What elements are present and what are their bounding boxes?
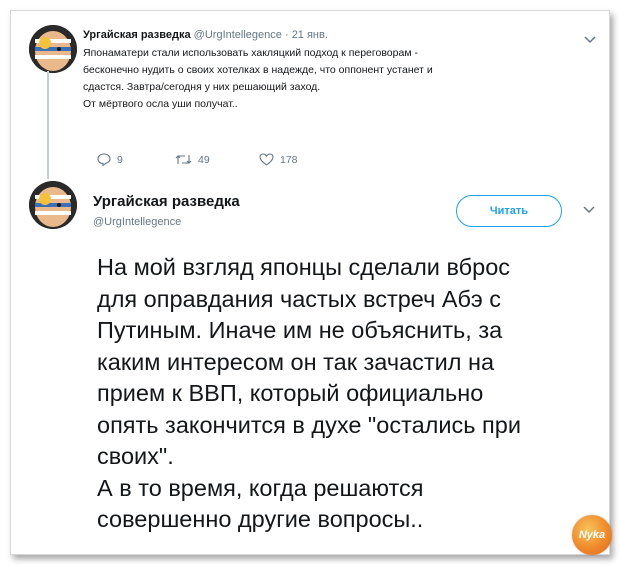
tweet-text-line: На мой взгляд японцы сделали вброс	[97, 254, 511, 280]
chevron-down-icon[interactable]	[583, 35, 597, 45]
author-avatar[interactable]	[29, 181, 77, 229]
tweet-text-line: для оправдания частых встреч Абэ с	[97, 285, 501, 312]
thread-connector-line	[47, 71, 49, 179]
tweet-date[interactable]: 21 янв.	[292, 29, 328, 41]
tweet-text-line: опять закончится в духе "остались при	[97, 411, 521, 438]
tweet-text-line: прием к ВВП, который официально	[97, 380, 484, 406]
author-name[interactable]: Ургайская разведка	[83, 29, 191, 41]
tweet-text: На мой взгляд японцы сделали вброс для о…	[97, 252, 597, 536]
author-handle[interactable]: @UrgIntellegence	[93, 216, 181, 228]
chevron-down-icon[interactable]	[582, 205, 596, 215]
tweet-text-line: совершенно другие вопросы..	[97, 506, 424, 532]
author-avatar[interactable]	[29, 25, 77, 73]
reply-icon	[97, 153, 111, 166]
tweet-text-line: А в то время, когда решаются	[97, 474, 424, 501]
heart-icon	[259, 153, 274, 166]
tweet-text-line: каким интересом он так зачастил на	[97, 348, 495, 375]
follow-button[interactable]: Читать	[456, 195, 562, 227]
like-button[interactable]: 178	[259, 153, 298, 166]
author-handle[interactable]: @UrgIntellegence	[194, 29, 282, 41]
tweet-text-line: своих".	[97, 443, 174, 469]
reply-count: 9	[117, 153, 123, 166]
tweet-text-line: сдастся. Завтра/сегодня у них решающий з…	[83, 81, 321, 93]
tweet-text-line: Путиным. Иначе им не объяснить, за	[97, 317, 503, 343]
tweet-text-line: От мёртвого осла уши получат..	[83, 98, 238, 110]
reply-button[interactable]: 9	[97, 153, 123, 166]
author-name[interactable]: Ургайская разведка	[93, 193, 240, 210]
tweet-header: Ургайская разведка @UrgIntellegence · 21…	[83, 29, 328, 41]
tweet-text-line: Японаматери стали использовать хакляцкий…	[83, 47, 418, 59]
retweet-button[interactable]: 49	[175, 153, 210, 166]
tweet-text: Японаматери стали использовать хакляцкий…	[83, 45, 553, 113]
screenshot-frame: Ургайская разведка @UrgIntellegence · 21…	[10, 10, 612, 555]
separator-dot: ·	[284, 29, 289, 41]
watermark-logo: Nyka	[572, 515, 612, 555]
like-count: 178	[280, 153, 298, 166]
retweet-icon	[175, 155, 192, 164]
tweet-text-line: бесконечно нудить о своих хотелках в над…	[83, 64, 433, 76]
retweet-count: 49	[198, 153, 210, 166]
